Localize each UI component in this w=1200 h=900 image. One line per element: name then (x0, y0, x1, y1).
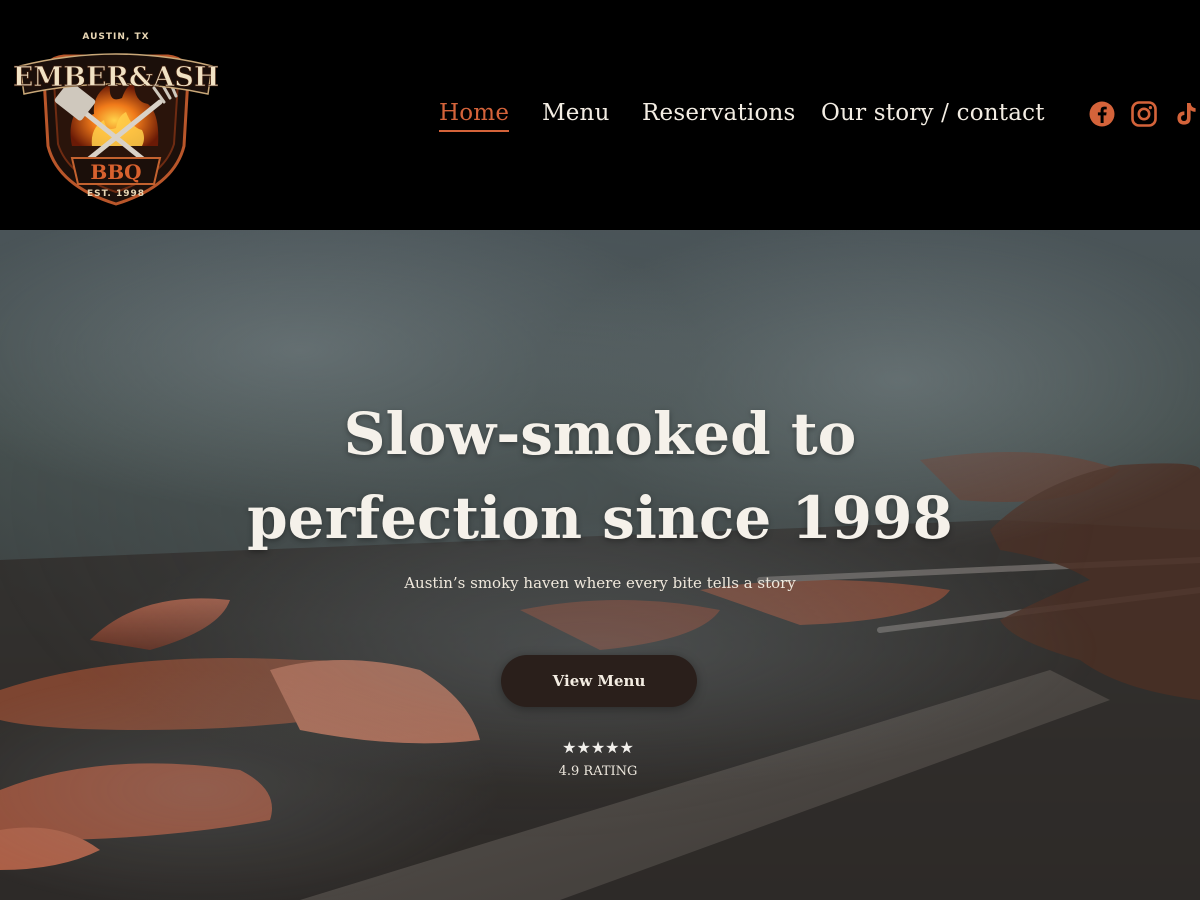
logo-bbq-text: BBQ (90, 160, 141, 184)
nav-item-our-story-contact[interactable]: Our story / contact (821, 96, 1045, 130)
main-nav: Home Menu Reservations Our story / conta… (0, 96, 1200, 132)
tiktok-icon[interactable] (1172, 100, 1200, 128)
logo-location-text: AUSTIN, TX (82, 32, 149, 42)
nav-item-home[interactable]: Home (439, 96, 510, 132)
hero-overlay (0, 230, 1200, 900)
hero-title-line-1: Slow-smoked to (343, 400, 857, 468)
facebook-icon[interactable] (1088, 100, 1116, 128)
hero-title-line-2: perfection since 1998 (247, 484, 953, 552)
hero-subtitle: Austin’s smoky haven where every bite te… (404, 574, 796, 592)
instagram-icon[interactable] (1130, 100, 1158, 128)
hero-section: Slow-smoked to perfection since 1998 Aus… (0, 230, 1200, 900)
rating-text: 4.9 RATING (558, 764, 638, 779)
logo-brand-text: EMBER&ASH (14, 62, 218, 93)
hero-title: Slow-smoked to perfection since 1998 (150, 392, 1050, 560)
nav-item-reservations[interactable]: Reservations (642, 96, 796, 130)
view-menu-button[interactable]: View Menu (501, 655, 697, 707)
site-header: EMBER&ASH AUSTIN, TX BBQ EST. 1998 Home … (0, 0, 1200, 230)
logo-established-text: EST. 1998 (87, 189, 145, 199)
rating-stars-icon: ★★★★★ (562, 738, 634, 757)
nav-item-menu[interactable]: Menu (542, 96, 610, 130)
